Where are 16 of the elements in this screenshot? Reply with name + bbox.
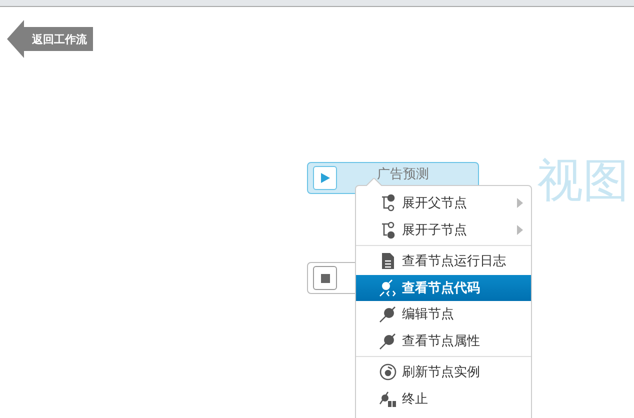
menu-item[interactable]: 查看节点代码 (356, 274, 531, 301)
code-icon (379, 278, 397, 297)
parent-icon (379, 194, 397, 212)
child-icon (379, 220, 397, 239)
menu-item[interactable]: 终止 (356, 386, 531, 412)
stop-icon (313, 266, 337, 290)
menu-item[interactable]: 刷新节点实例 (356, 359, 531, 386)
back-button[interactable]: 返回工作流 (7, 20, 93, 58)
menu-item[interactable]: 查看节点运行日志 (356, 248, 531, 274)
log-icon (379, 252, 397, 270)
play-icon (313, 166, 337, 190)
node-title: 广告预测 (377, 166, 429, 183)
menu-item[interactable]: 编辑节点 (356, 301, 531, 328)
menu-item[interactable]: 查看节点属性 (356, 328, 531, 354)
stop-icon (379, 390, 397, 408)
menu-item[interactable]: 展开子节点 (356, 216, 531, 243)
